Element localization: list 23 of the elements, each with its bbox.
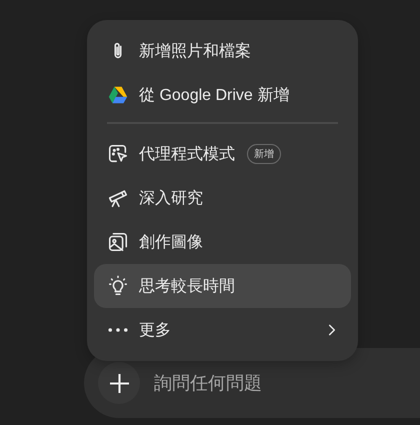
cursor-frame-icon (107, 143, 129, 165)
menu-item-label: 創作圖像 (139, 232, 203, 252)
message-input[interactable]: 詢問任何問題 (152, 372, 386, 394)
menu-item-label: 新增照片和檔案 (139, 41, 251, 62)
more-icon (108, 328, 128, 332)
menu-item-label: 從 Google Drive 新增 (139, 86, 290, 106)
add-button[interactable] (98, 362, 140, 404)
menu-item-label: 代理程式模式 (139, 144, 235, 164)
menu-item[interactable]: 深入研究 (94, 176, 351, 220)
menu-item[interactable]: 新增照片和檔案 (94, 29, 351, 73)
drive-icon (107, 84, 129, 106)
menu-item[interactable]: 創作圖像 (94, 220, 351, 264)
menu-item[interactable]: 從 Google Drive 新增 (94, 73, 351, 117)
menu-item[interactable]: 代理程式模式 新增 (94, 132, 351, 176)
lightbulb-icon (107, 275, 129, 297)
menu-item[interactable]: 思考較長時間 (94, 264, 351, 308)
image-icon (107, 231, 129, 253)
menu-item-label: 更多 (139, 320, 171, 340)
new-badge: 新增 (247, 144, 281, 164)
menu-item[interactable]: 更多 (94, 308, 351, 352)
menu-item-label: 深入研究 (139, 188, 203, 208)
plus-icon (110, 374, 128, 392)
menu-item-label: 思考較長時間 (139, 276, 235, 296)
